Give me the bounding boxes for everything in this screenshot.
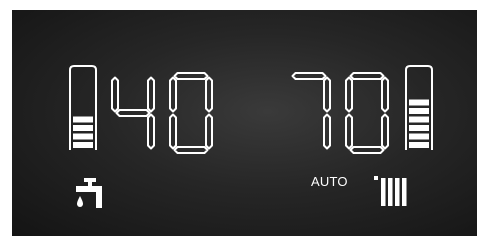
heating-temperature-segment — [345, 113, 353, 150]
hot-water-level-gauge — [68, 64, 98, 152]
hot-water-temperature-readout — [111, 72, 213, 154]
hot-water-temperature-segment — [173, 146, 209, 154]
heating-temperature-segment — [291, 72, 327, 80]
heating-temperature-readout — [291, 72, 389, 154]
heating-temperature-segment — [349, 146, 385, 154]
heating-level-bar — [409, 116, 429, 123]
heating-mode-label: AUTO — [311, 174, 348, 189]
heating-level-bar — [409, 125, 429, 131]
heating-level-bar — [409, 133, 429, 140]
hot-water-temperature-digit — [111, 76, 155, 150]
radiator-icon — [374, 176, 407, 206]
hot-water-level-bar — [73, 133, 93, 140]
heating-temperature-digit — [345, 72, 389, 154]
heating-level-gauge — [404, 64, 434, 152]
hot-water-temperature-segment — [205, 76, 213, 113]
water-tap-icon — [76, 178, 102, 208]
heating-temperature-digit — [291, 72, 331, 150]
heating-temperature-segment — [345, 76, 353, 113]
heating-temperature-segment — [323, 76, 331, 113]
hot-water-temperature-segment — [147, 76, 155, 113]
heating-temperature-segment — [381, 76, 389, 113]
hot-water-temperature-segment — [173, 72, 209, 80]
hot-water-temperature-segment — [115, 109, 151, 117]
hot-water-temperature-digit — [169, 72, 213, 154]
hot-water-temperature-segment — [111, 76, 119, 113]
hot-water-temperature-segment — [147, 113, 155, 150]
heating-temperature-segment — [349, 72, 385, 80]
hot-water-level-bar — [73, 125, 93, 131]
heating-level-bar — [409, 99, 429, 106]
hot-water-level-bar — [73, 116, 93, 123]
hot-water-temperature-segment — [169, 113, 177, 150]
hot-water-level-bar — [73, 142, 93, 148]
heating-level-bar — [409, 108, 429, 114]
heating-temperature-segment — [323, 113, 331, 150]
hot-water-temperature-segment — [169, 76, 177, 113]
hot-water-temperature-segment — [205, 113, 213, 150]
heating-temperature-segment — [381, 113, 389, 150]
heating-level-bar — [409, 142, 429, 148]
